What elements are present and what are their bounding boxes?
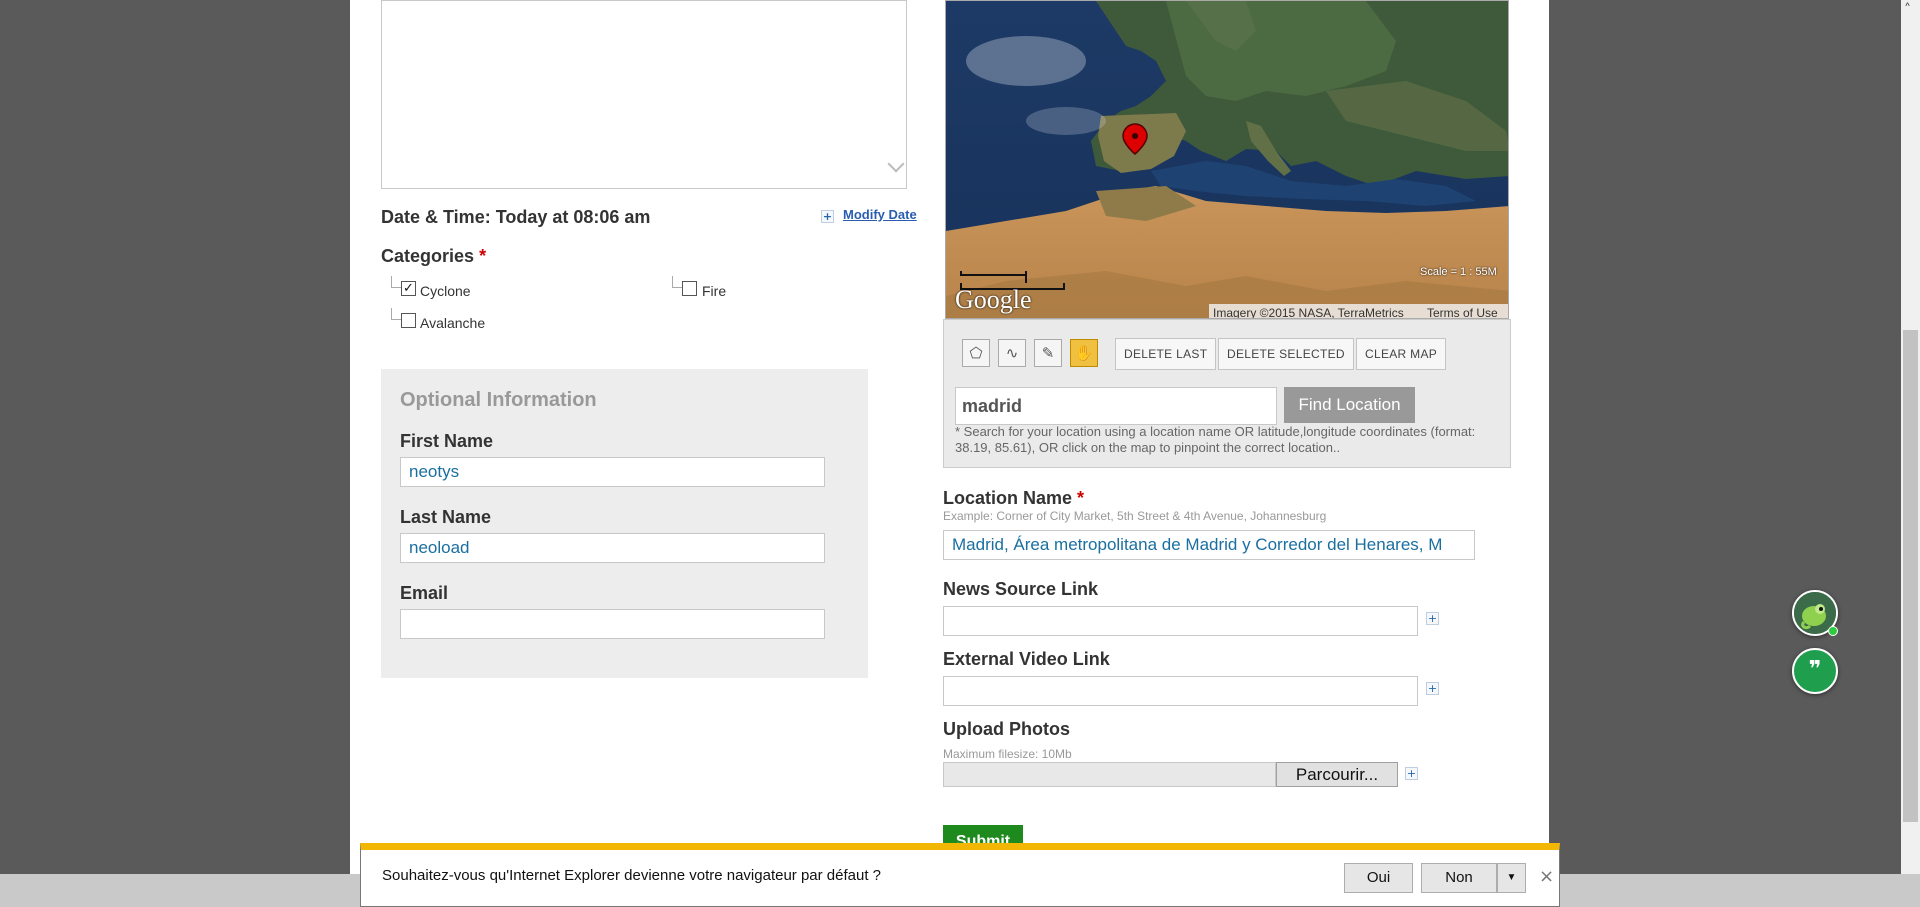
location-search-input[interactable]: madrid — [955, 387, 1277, 425]
polygon-icon[interactable]: ⬠ — [962, 339, 990, 367]
clear-map-button[interactable]: CLEAR MAP — [1356, 338, 1447, 370]
required-mark: * — [1077, 488, 1085, 508]
ie-notification-message: Souhaitez-vous qu'Internet Explorer devi… — [382, 867, 882, 884]
last-name-label: Last Name — [400, 507, 492, 527]
ie-notification-bar: Souhaitez-vous qu'Internet Explorer devi… — [360, 843, 1560, 907]
online-status-dot — [1828, 626, 1838, 636]
map-attribution: Imagery ©2015 NASA, TerraMetrics — [1213, 306, 1404, 319]
first-name-field[interactable]: neotys — [400, 457, 825, 487]
scrollbar-thumb[interactable] — [1903, 330, 1918, 822]
location-name-label: Location Name * — [943, 488, 1085, 508]
google-logo: Google — [955, 285, 1032, 314]
find-location-button[interactable]: Find Location — [1284, 387, 1415, 423]
video-link-label: External Video Link — [943, 649, 1110, 669]
tree-connector — [391, 308, 401, 320]
add-photo-icon[interactable]: + — [1405, 767, 1418, 780]
datetime-label: Date & Time: Today at 08:06 am — [381, 207, 651, 227]
category-label-cyclone: Cyclone — [420, 283, 471, 299]
ie-no-button[interactable]: Non — [1421, 863, 1497, 893]
last-name-field[interactable]: neoload — [400, 533, 825, 563]
video-link-field[interactable] — [943, 676, 1418, 706]
map-terms-link[interactable]: Terms of Use — [1427, 306, 1498, 318]
categories-title: Categories * — [381, 246, 487, 266]
upload-photos-label: Upload Photos — [943, 719, 1070, 739]
add-video-link-icon[interactable]: + — [1426, 682, 1439, 695]
edit-icon[interactable]: ✎ — [1034, 339, 1062, 367]
line-icon[interactable]: ∿ — [998, 339, 1026, 367]
scroll-up-arrow-icon[interactable]: ˄ — [1904, 2, 1911, 18]
add-news-link-icon[interactable]: + — [1426, 612, 1439, 625]
ie-yes-button[interactable]: Oui — [1344, 863, 1413, 893]
news-source-field[interactable] — [943, 606, 1418, 636]
location-example: Example: Corner of City Market, 5th Stre… — [943, 509, 1327, 523]
delete-selected-button[interactable]: DELETE SELECTED — [1218, 338, 1354, 370]
required-mark: * — [479, 246, 487, 266]
category-checkbox-avalanche[interactable] — [401, 313, 416, 328]
ie-no-dropdown-icon[interactable]: ▼ — [1497, 863, 1526, 893]
scroll-down-icon[interactable] — [887, 155, 905, 173]
optional-info-title: Optional Information — [400, 389, 597, 411]
news-source-label: News Source Link — [943, 579, 1099, 599]
file-path-field[interactable] — [943, 762, 1276, 787]
scroll-up-icon[interactable]: ˄ — [894, 0, 902, 12]
email-label: Email — [400, 583, 449, 603]
map-scale-label: Scale = 1 : 55M — [1420, 266, 1497, 278]
location-map[interactable]: Google Scale = 1 : 55M Imagery ©2015 NAS… — [945, 0, 1509, 319]
tree-connector — [672, 276, 682, 288]
tree-connector — [391, 276, 401, 288]
ie-close-icon[interactable]: × — [1539, 866, 1554, 887]
location-search-hint: * Search for your location using a locat… — [955, 424, 1476, 455]
category-label-avalanche: Avalanche — [420, 315, 486, 331]
delete-last-button[interactable]: DELETE LAST — [1115, 338, 1217, 370]
category-checkbox-cyclone[interactable]: ✓ — [401, 281, 416, 296]
modify-date-link[interactable]: Modify Date — [843, 207, 917, 222]
description-textarea[interactable]: ˄ — [381, 0, 907, 189]
category-checkbox-fire[interactable] — [682, 281, 697, 296]
optional-info-panel: Optional Information First Name neotys L… — [381, 369, 868, 678]
first-name-label: First Name — [400, 431, 494, 451]
location-name-field[interactable]: Madrid, Área metropolitana de Madrid y C… — [943, 530, 1475, 560]
chat-quote-icon[interactable]: ❞ — [1792, 648, 1838, 694]
category-label-fire: Fire — [702, 283, 727, 299]
upload-filesize-hint: Maximum filesize: 10Mb — [943, 747, 1072, 761]
email-field[interactable] — [400, 609, 825, 639]
modify-date-plus-icon[interactable]: + — [821, 210, 834, 223]
hand-icon[interactable]: ✋ — [1070, 339, 1098, 367]
browse-button[interactable]: Parcourir... — [1276, 762, 1398, 787]
